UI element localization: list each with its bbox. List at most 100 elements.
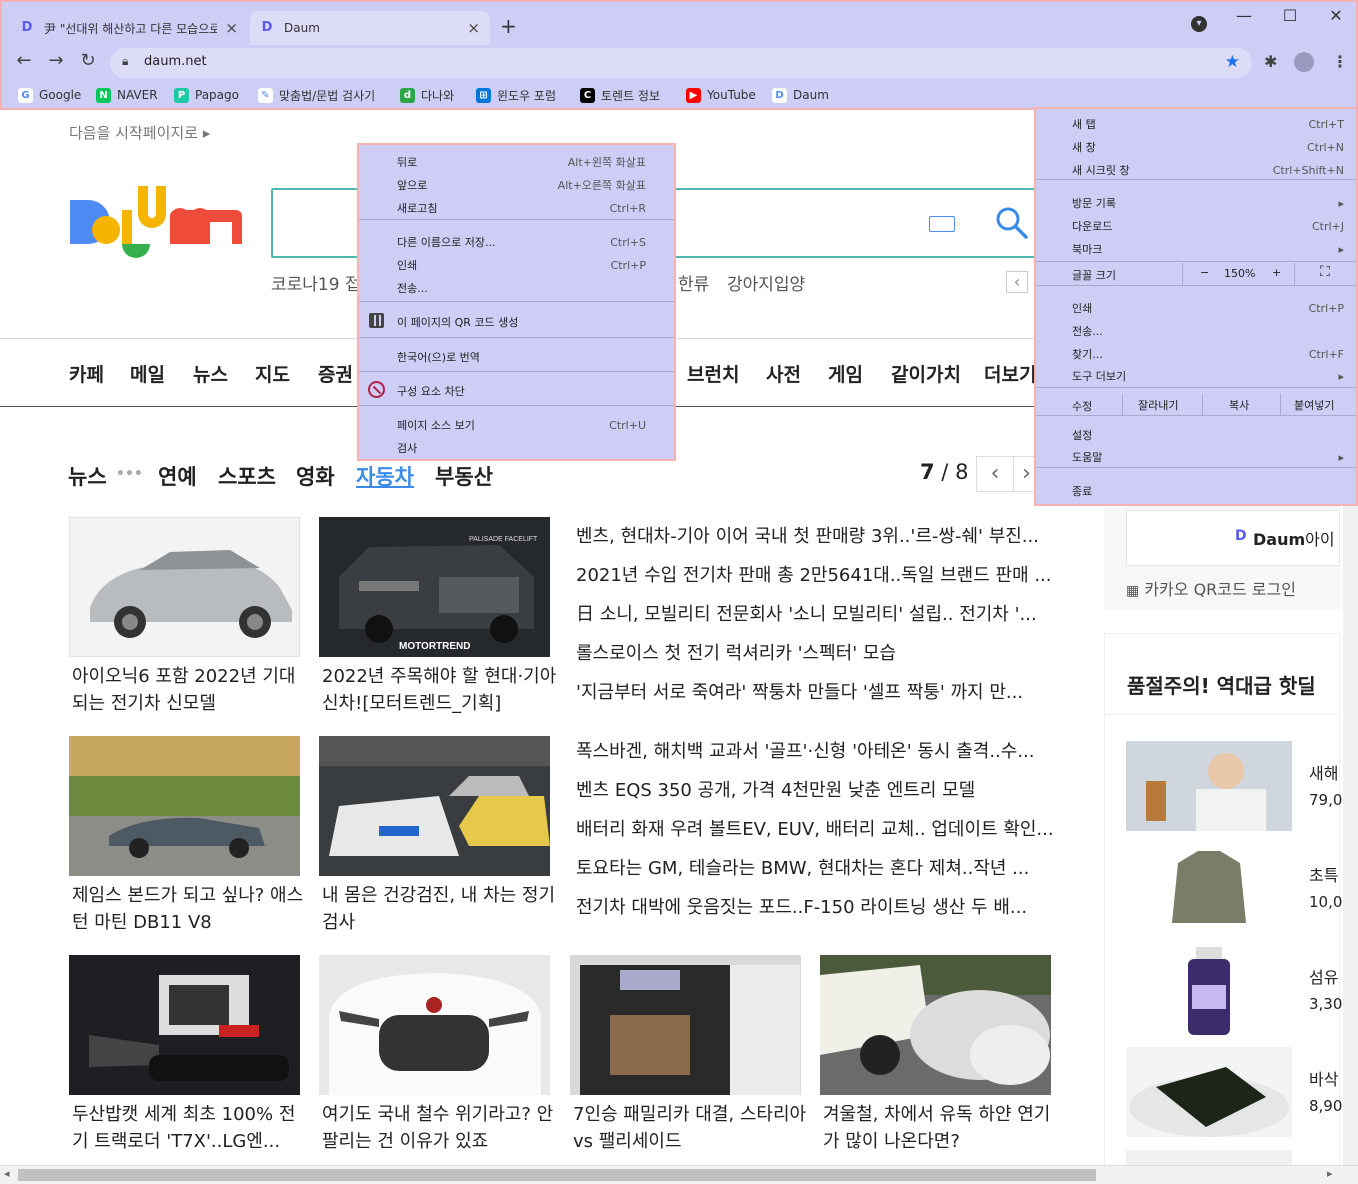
trending-keyword[interactable]: 한류 — [678, 270, 709, 295]
chrome-menu-item[interactable]: 종료 — [1036, 480, 1356, 502]
chrome-menu-item[interactable]: 새 탭 Ctrl+T — [1036, 113, 1356, 135]
close-tab-icon[interactable]: × — [467, 19, 480, 37]
chrome-menu-item[interactable]: 도움말 ▸ — [1036, 446, 1356, 468]
gnb-game[interactable]: 게임 — [828, 360, 863, 387]
bookmark-2[interactable]: P Papago — [174, 86, 239, 104]
news-caption[interactable]: 여기도 국내 철수 위기라고? 안 팔리는 건 이유가 있죠 — [322, 1101, 557, 1157]
virtual-keyboard-icon[interactable] — [929, 216, 955, 232]
news-caption[interactable]: 내 몸은 건강검진, 내 차는 정기검사 — [322, 882, 557, 938]
login-button[interactable]: D Daum아이 — [1126, 510, 1340, 566]
deal-thumbnail[interactable] — [1126, 945, 1292, 1035]
news-tab-auto[interactable]: 자동차 — [356, 461, 414, 491]
news-caption[interactable]: 겨울철, 차에서 유독 하얀 연기가 많이 나온다면? — [823, 1101, 1058, 1157]
zoom-out-button[interactable]: − — [1200, 266, 1209, 279]
deal-thumbnail[interactable] — [1126, 741, 1292, 831]
bookmark-3[interactable]: ✎ 맞춤법/문법 검사기 — [258, 86, 375, 104]
cut-button[interactable]: 잘라내기 — [1138, 397, 1178, 413]
headline-link[interactable]: 벤츠, 현대차-기아 이어 국내 첫 판매량 3위..'르-쌍-쉐' 부진... — [576, 524, 1054, 550]
deal-item-name[interactable]: 새해 — [1309, 761, 1338, 787]
news-thumbnail[interactable] — [69, 517, 300, 657]
address-bar[interactable]: 🔒︎ daum.net ★ — [110, 48, 1252, 78]
headline-link[interactable]: 롤스로이스 첫 전기 럭셔리카 '스펙터' 모습 — [576, 641, 1054, 667]
gnb-cafe[interactable]: 카페 — [69, 360, 104, 387]
scroll-right-icon[interactable]: ▸ — [1327, 1167, 1333, 1180]
close-tab-icon[interactable]: × — [225, 19, 238, 37]
news-tab-news[interactable]: 뉴스 — [68, 461, 107, 491]
search-icon[interactable] — [995, 206, 1029, 240]
chrome-menu-item[interactable]: 전송... — [1036, 320, 1356, 342]
news-caption[interactable]: 7인승 패밀리카 대결, 스타리아 vs 팰리세이드 — [573, 1101, 808, 1157]
horizontal-scrollbar[interactable]: ◂ ▸ — [0, 1165, 1358, 1184]
bookmark-5[interactable]: ⊞ 윈도우 포럼 — [476, 86, 556, 104]
gnb-more[interactable]: 더보기 — [984, 360, 1036, 387]
context-menu-item[interactable]: 전송... — [359, 277, 674, 299]
headline-link[interactable]: 토요타는 GM, 테슬라는 BMW, 현대차는 혼다 제쳐..작년 ... — [576, 856, 1054, 882]
tab-news[interactable]: D 尹 "선대위 해산하고 다른 모습으로" × — [10, 11, 248, 45]
news-tab-entertainment[interactable]: 연예 — [158, 461, 197, 491]
bookmark-star-icon[interactable]: ★ — [1225, 52, 1240, 72]
news-tab-more-dots[interactable]: ••• — [116, 466, 143, 482]
news-caption[interactable]: 제임스 본드가 되고 싶나? 애스턴 마틴 DB11 V8 — [72, 882, 307, 938]
copy-button[interactable]: 복사 — [1229, 397, 1249, 413]
bookmark-0[interactable]: G Google — [18, 86, 81, 104]
context-menu-item[interactable]: 검사 — [359, 437, 674, 459]
chrome-menu-item[interactable]: 찾기... Ctrl+F — [1036, 343, 1356, 365]
minimize-button[interactable]: — — [1234, 6, 1254, 25]
context-menu-item[interactable]: 인쇄 Ctrl+P — [359, 254, 674, 276]
forward-button[interactable]: → — [44, 50, 68, 71]
trending-keyword[interactable]: 코로나19 접 — [271, 270, 361, 295]
context-menu-item[interactable]: 한국어(으)로 번역 — [359, 346, 674, 368]
news-thumbnail[interactable] — [69, 736, 300, 876]
gnb-stock[interactable]: 증권 — [318, 360, 353, 387]
chrome-menu-item[interactable]: 설정 — [1036, 424, 1356, 446]
maximize-button[interactable]: ☐ — [1280, 6, 1300, 25]
news-thumbnail[interactable] — [570, 955, 801, 1095]
bookmark-4[interactable]: d 다나와 — [400, 86, 454, 104]
trending-prev-button[interactable]: ‹ — [1006, 271, 1028, 293]
context-menu-item[interactable]: 페이지 소스 보기 Ctrl+U — [359, 414, 674, 436]
context-menu-item[interactable]: 이 페이지의 QR 코드 생성 — [359, 311, 674, 333]
bookmark-6[interactable]: C 토렌트 정보 — [580, 86, 660, 104]
gnb-news[interactable]: 뉴스 — [193, 360, 228, 387]
context-menu-item[interactable]: 새로고침 Ctrl+R — [359, 197, 674, 219]
gnb-mail[interactable]: 메일 — [130, 360, 165, 387]
headline-link[interactable]: '지금부터 서로 죽여라' 짝퉁차 만들다 '셀프 짝퉁' 까지 만... — [576, 680, 1054, 706]
bookmark-8[interactable]: D Daum — [772, 86, 829, 104]
headline-link[interactable]: 배터리 화재 우려 볼트EV, EUV, 배터리 교체.. 업데이트 확인... — [576, 817, 1054, 843]
news-tab-sports[interactable]: 스포츠 — [218, 461, 276, 491]
deal-item-name[interactable]: 섬유 — [1309, 965, 1338, 991]
scrollbar-thumb[interactable] — [18, 1169, 1096, 1181]
context-menu-item[interactable]: 앞으로 Alt+오른쪽 화살표 — [359, 174, 674, 196]
zoom-in-button[interactable]: + — [1272, 266, 1281, 279]
gnb-map[interactable]: 지도 — [255, 360, 290, 387]
close-window-button[interactable]: ✕ — [1326, 6, 1346, 25]
tab-search-icon[interactable]: ▾ — [1191, 16, 1207, 32]
news-prev-button[interactable]: ‹ — [976, 456, 1014, 492]
menu-kebab-icon[interactable]: ⋮ — [1332, 52, 1348, 71]
back-button[interactable]: ← — [12, 50, 36, 71]
context-menu-item[interactable]: 구성 요소 차단 — [359, 380, 674, 402]
chrome-menu-item[interactable]: 다운로드 Ctrl+J — [1036, 215, 1356, 237]
profile-avatar[interactable] — [1294, 52, 1314, 72]
deal-thumbnail[interactable] — [1126, 843, 1292, 933]
gnb-dictionary[interactable]: 사전 — [766, 360, 801, 387]
chrome-menu-item[interactable]: 방문 기록 ▸ — [1036, 192, 1356, 214]
fullscreen-icon[interactable]: ⛶ — [1320, 264, 1330, 280]
chrome-menu-item[interactable]: 북마크 ▸ — [1036, 238, 1356, 260]
new-tab-button[interactable]: + — [500, 14, 517, 38]
chrome-menu-item[interactable]: 새 창 Ctrl+N — [1036, 136, 1356, 158]
deal-item-name[interactable]: 바삭 — [1309, 1067, 1338, 1093]
headline-link[interactable]: 2021년 수입 전기차 판매 총 2만5641대..독일 브랜드 판매 ... — [576, 563, 1054, 589]
news-caption[interactable]: 두산밥캣 세계 최초 100% 전기 트랙로더 'T7X'..LG엔... — [72, 1101, 307, 1157]
headline-link[interactable]: 벤츠 EQS 350 공개, 가격 4천만원 낮춘 엔트리 모델 — [576, 778, 1054, 804]
chrome-menu-item[interactable]: 새 시크릿 창 Ctrl+Shift+N — [1036, 159, 1356, 181]
news-caption[interactable]: 아이오닉6 포함 2022년 기대되는 전기차 신모델 — [72, 663, 307, 719]
gnb-brunch[interactable]: 브런치 — [687, 360, 739, 387]
scroll-left-icon[interactable]: ◂ — [4, 1167, 10, 1180]
chrome-menu-item[interactable]: 도구 더보기 ▸ — [1036, 365, 1356, 387]
news-thumbnail[interactable] — [319, 955, 550, 1095]
deal-item-name[interactable]: 초특 — [1309, 863, 1338, 889]
start-page-link[interactable]: 다음을 시작페이지로 ▸ — [69, 122, 210, 143]
news-thumbnail[interactable] — [820, 955, 1051, 1095]
chrome-menu-item[interactable]: 인쇄 Ctrl+P — [1036, 297, 1356, 319]
